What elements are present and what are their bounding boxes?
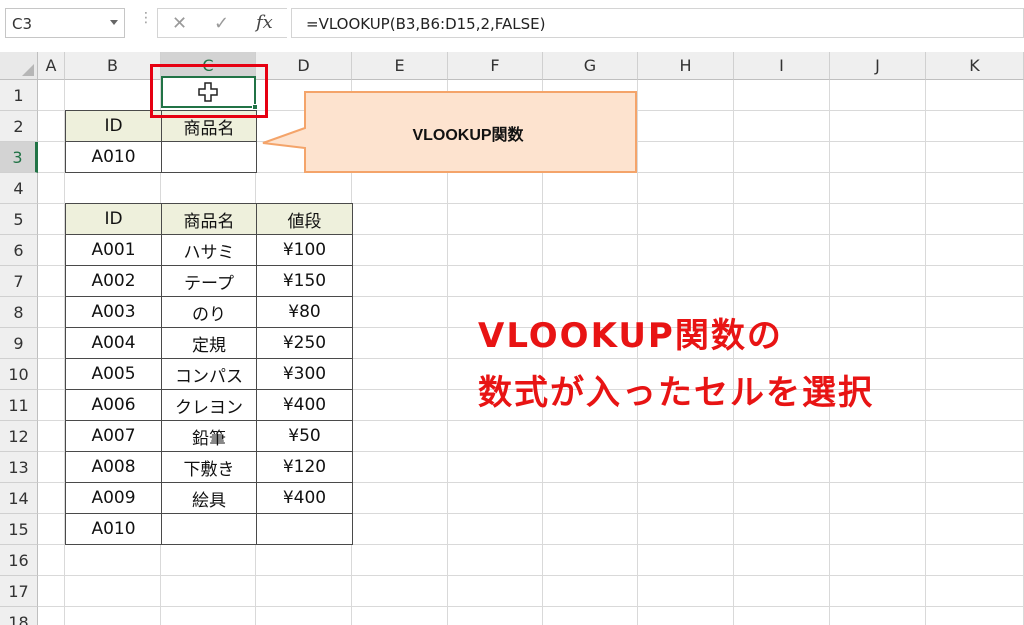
table-cell[interactable]: ¥300 xyxy=(256,358,353,390)
select-all-button[interactable] xyxy=(0,52,38,80)
table-cell[interactable]: 定規 xyxy=(161,327,257,359)
row-header-17[interactable]: 17 xyxy=(0,576,38,607)
table-cell[interactable]: A009 xyxy=(65,482,162,514)
table-cell[interactable]: コンパス xyxy=(161,358,257,390)
row-header-8[interactable]: 8 xyxy=(0,297,38,328)
table-cell[interactable]: ¥400 xyxy=(256,389,353,421)
column-header-j[interactable]: J xyxy=(830,52,926,80)
name-box-value: C3 xyxy=(12,15,33,33)
row-header-18[interactable]: 18 xyxy=(0,607,38,625)
column-header-d[interactable]: D xyxy=(256,52,352,80)
name-box[interactable]: C3 xyxy=(5,8,125,38)
row-header-12[interactable]: 12 xyxy=(0,421,38,452)
column-header-k[interactable]: K xyxy=(926,52,1024,80)
lookup-id-cell[interactable]: A010 xyxy=(65,141,162,173)
row-header-15[interactable]: 15 xyxy=(0,514,38,545)
row-header-9[interactable]: 9 xyxy=(0,328,38,359)
row-header-10[interactable]: 10 xyxy=(0,359,38,390)
table-cell[interactable]: のり xyxy=(161,296,257,328)
column-header-i[interactable]: I xyxy=(734,52,830,80)
formula-input[interactable]: =VLOOKUP(B3,B6:D15,2,FALSE) xyxy=(291,8,1024,38)
gridline xyxy=(38,575,1024,576)
row-header-1[interactable]: 1 xyxy=(0,80,38,111)
table-cell[interactable]: 下敷き xyxy=(161,451,257,483)
table-cell[interactable] xyxy=(256,513,353,545)
column-header-h[interactable]: H xyxy=(638,52,734,80)
row-header-6[interactable]: 6 xyxy=(0,235,38,266)
table-cell[interactable]: ¥150 xyxy=(256,265,353,297)
table-header-1[interactable]: 商品名 xyxy=(161,203,257,235)
cell-cursor-icon xyxy=(198,82,218,102)
table-cell[interactable]: ¥250 xyxy=(256,327,353,359)
table-cell[interactable]: A006 xyxy=(65,389,162,421)
table-header-0[interactable]: ID xyxy=(65,203,162,235)
table-cell[interactable]: A008 xyxy=(65,451,162,483)
table-cell[interactable]: A005 xyxy=(65,358,162,390)
row-header-7[interactable]: 7 xyxy=(0,266,38,297)
drag-handle-icon[interactable]: ⋮ xyxy=(139,11,153,25)
table-cell[interactable]: A010 xyxy=(65,513,162,545)
table-cell[interactable]: 絵具 xyxy=(161,482,257,514)
annotation-line-1: VLOOKUP関数の xyxy=(478,316,783,356)
cancel-icon[interactable]: ✕ xyxy=(172,13,187,34)
formula-text: =VLOOKUP(B3,B6:D15,2,FALSE) xyxy=(306,15,546,33)
gridline xyxy=(38,606,1024,607)
enter-icon[interactable]: ✓ xyxy=(214,13,229,34)
table-cell[interactable] xyxy=(161,513,257,545)
table-cell[interactable]: ハサミ xyxy=(161,234,257,266)
table-cell[interactable]: ¥120 xyxy=(256,451,353,483)
callout-label: VLOOKUP関数 xyxy=(412,127,524,144)
chevron-down-icon[interactable] xyxy=(110,20,118,25)
table-cell[interactable]: ¥400 xyxy=(256,482,353,514)
table-cell[interactable]: ¥100 xyxy=(256,234,353,266)
column-header-f[interactable]: F xyxy=(448,52,543,80)
column-header-a[interactable]: A xyxy=(38,52,65,80)
column-header-g[interactable]: G xyxy=(543,52,638,80)
formula-bar: C3 ⋮ ✕ ✓ fx =VLOOKUP(B3,B6:D15,2,FALSE) xyxy=(0,0,1024,50)
row-header-16[interactable]: 16 xyxy=(0,545,38,576)
row-header-2[interactable]: 2 xyxy=(0,111,38,142)
table-cell[interactable]: テープ xyxy=(161,265,257,297)
table-cell[interactable]: A004 xyxy=(65,327,162,359)
table-header-2[interactable]: 値段 xyxy=(256,203,353,235)
table-cell[interactable]: ¥80 xyxy=(256,296,353,328)
row-header-14[interactable]: 14 xyxy=(0,483,38,514)
lookup-name-cell[interactable] xyxy=(161,141,257,173)
column-header-e[interactable]: E xyxy=(352,52,448,80)
row-header-13[interactable]: 13 xyxy=(0,452,38,483)
row-header-5[interactable]: 5 xyxy=(0,204,38,235)
lookup-header-id[interactable]: ID xyxy=(65,110,162,142)
table-cell[interactable]: A003 xyxy=(65,296,162,328)
insert-function-icon[interactable]: fx xyxy=(256,12,273,33)
row-header-4[interactable]: 4 xyxy=(0,173,38,204)
table-cell[interactable]: クレヨン xyxy=(161,389,257,421)
table-cell[interactable]: ¥50 xyxy=(256,420,353,452)
table-cell[interactable]: A007 xyxy=(65,420,162,452)
table-cell[interactable]: A002 xyxy=(65,265,162,297)
row-header-11[interactable]: 11 xyxy=(0,390,38,421)
column-header-b[interactable]: B xyxy=(65,52,161,80)
table-cell[interactable]: A001 xyxy=(65,234,162,266)
row-header-3[interactable]: 3 xyxy=(0,142,38,173)
table-cell[interactable]: 鉛筆 xyxy=(161,420,257,452)
annotation-line-2: 数式が入ったセルを選択 xyxy=(478,373,874,413)
